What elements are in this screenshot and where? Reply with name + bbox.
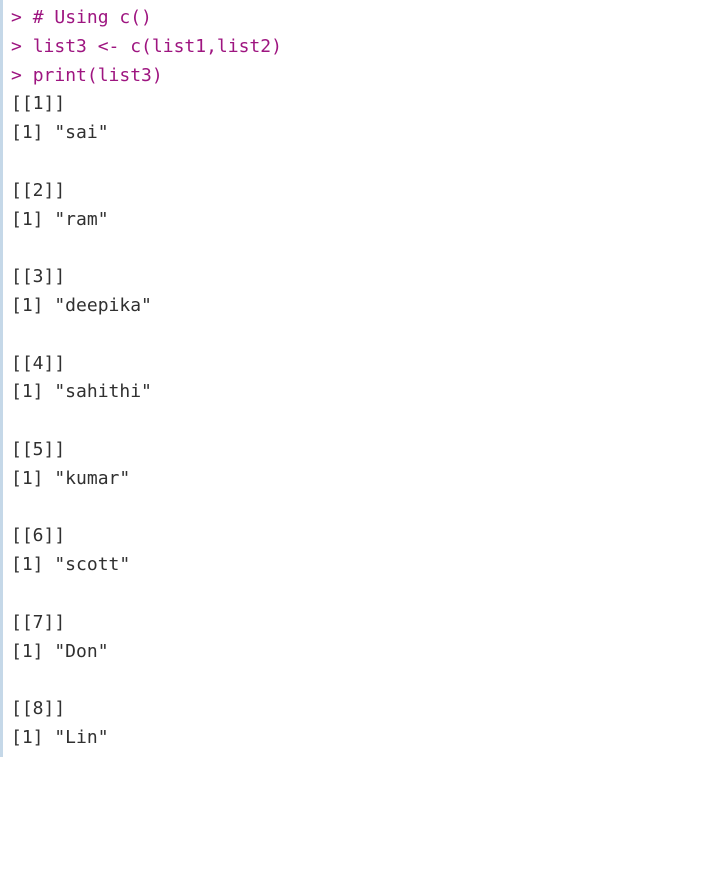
blank-line — [11, 234, 702, 263]
output-value: [1] "Lin" — [11, 724, 702, 753]
blank-line — [11, 580, 702, 609]
output-index: [[7]] — [11, 609, 702, 638]
output-index: [[2]] — [11, 177, 702, 206]
blank-line — [11, 148, 702, 177]
blank-line — [11, 407, 702, 436]
console-input-line: > list3 <- c(list1,list2) — [11, 33, 702, 62]
output-index: [[3]] — [11, 263, 702, 292]
output-index: [[5]] — [11, 436, 702, 465]
console-input-line: > # Using c() — [11, 4, 702, 33]
blank-line — [11, 321, 702, 350]
output-value: [1] "kumar" — [11, 465, 702, 494]
output-value: [1] "scott" — [11, 551, 702, 580]
prompt-symbol: > — [11, 65, 22, 86]
console-input-line: > print(list3) — [11, 62, 702, 91]
code-text: print(list3) — [33, 65, 163, 86]
blank-line — [11, 494, 702, 523]
code-comment: # Using c() — [33, 7, 152, 28]
output-value: [1] "ram" — [11, 206, 702, 235]
output-index: [[6]] — [11, 522, 702, 551]
output-value: [1] "deepika" — [11, 292, 702, 321]
prompt-symbol: > — [11, 36, 22, 57]
output-value: [1] "Don" — [11, 638, 702, 667]
output-index: [[1]] — [11, 90, 702, 119]
code-text: list3 <- c(list1,list2) — [33, 36, 282, 57]
prompt-symbol: > — [11, 7, 22, 28]
output-value: [1] "sai" — [11, 119, 702, 148]
output-value: [1] "sahithi" — [11, 378, 702, 407]
output-index: [[4]] — [11, 350, 702, 379]
blank-line — [11, 666, 702, 695]
output-index: [[8]] — [11, 695, 702, 724]
